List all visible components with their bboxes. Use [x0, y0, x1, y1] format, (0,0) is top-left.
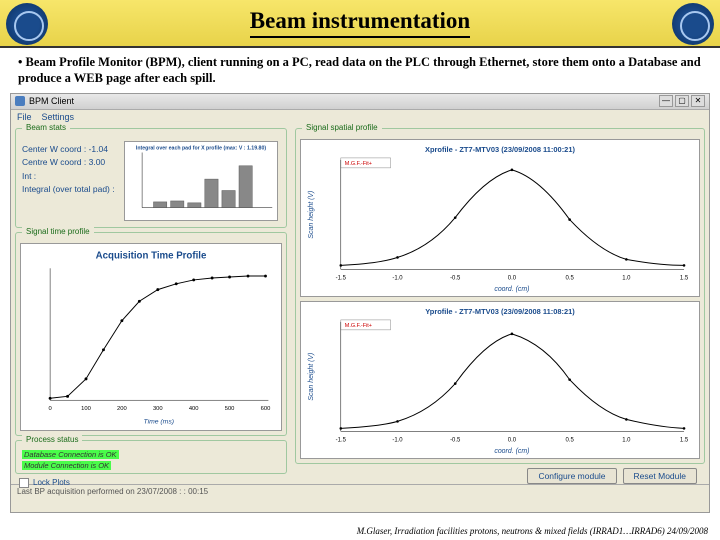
- window-buttons: — ▢ ✕: [659, 95, 705, 107]
- svg-text:Scan height (V): Scan height (V): [308, 190, 315, 238]
- svg-text:1.5: 1.5: [680, 437, 689, 443]
- time-profile-plot[interactable]: Acquisition Time Profile 0 100 200 300 4…: [20, 243, 282, 431]
- menu-settings[interactable]: Settings: [42, 112, 75, 122]
- slide-bullet: • Beam Profile Monitor (BPM), client run…: [0, 48, 720, 93]
- time-profile-group-title: Signal time profile: [22, 227, 94, 236]
- stat-line-3: Int :: [22, 170, 122, 184]
- cern-logo-right: [672, 3, 714, 45]
- svg-text:M.G.F.-Fit+: M.G.F.-Fit+: [345, 160, 372, 166]
- slide-title: Beam instrumentation: [250, 8, 470, 38]
- y-profile-title: Yprofile - ZT7-MTV03 (23/09/2008 11:08:2…: [425, 307, 575, 316]
- statusbar-text: Last BP acquisition performed on 23/07/2…: [17, 487, 208, 496]
- svg-text:-1.5: -1.5: [336, 275, 347, 281]
- svg-text:0.0: 0.0: [508, 275, 517, 281]
- beam-stats-group: Beam stats Center W coord : -1.04 Centre…: [15, 128, 287, 228]
- stat-line-1: Center W coord : -1.04: [22, 143, 122, 157]
- x-profile-title: Xprofile - ZT7-MTV03 (23/09/2008 11:00:2…: [425, 144, 575, 153]
- svg-text:0.5: 0.5: [565, 275, 574, 281]
- svg-text:coord. (cm): coord. (cm): [494, 448, 529, 455]
- maximize-button[interactable]: ▢: [675, 95, 689, 107]
- stat-line-2: Centre W coord : 3.00: [22, 156, 122, 170]
- svg-text:500: 500: [225, 405, 235, 411]
- svg-text:600: 600: [261, 405, 271, 411]
- svg-text:200: 200: [117, 405, 127, 411]
- x-profile-plot[interactable]: Xprofile - ZT7-MTV03 (23/09/2008 11:00:2…: [300, 139, 700, 297]
- time-profile-xlabel: Time (ms): [144, 418, 174, 425]
- svg-text:coord. (cm): coord. (cm): [494, 286, 529, 293]
- slide-footer: M.Glaser, Irradiation facilities protons…: [357, 526, 708, 536]
- process-status-title: Process status: [22, 435, 82, 444]
- svg-text:1.0: 1.0: [622, 437, 631, 443]
- titlebar[interactable]: BPM Client — ▢ ✕: [11, 94, 709, 110]
- beam-stats-text: Center W coord : -1.04 Centre W coord : …: [22, 139, 122, 223]
- y-profile-plot[interactable]: Yprofile - ZT7-MTV03 (23/09/2008 11:08:2…: [300, 301, 700, 459]
- svg-text:-1.0: -1.0: [392, 275, 403, 281]
- svg-text:100: 100: [81, 405, 91, 411]
- app-icon: [15, 96, 25, 106]
- svg-text:1.5: 1.5: [680, 275, 689, 281]
- svg-text:-0.5: -0.5: [450, 275, 461, 281]
- svg-text:-0.5: -0.5: [450, 437, 461, 443]
- window-title: BPM Client: [29, 96, 74, 106]
- svg-text:0.0: 0.0: [508, 437, 517, 443]
- spatial-profile-title: Signal spatial profile: [302, 123, 382, 132]
- svg-text:Scan height (V): Scan height (V): [308, 352, 315, 400]
- svg-text:400: 400: [189, 405, 199, 411]
- right-column: Signal spatial profile Xprofile - ZT7-MT…: [291, 124, 709, 484]
- module-status: Module Connection is OK: [22, 461, 111, 470]
- svg-text:M.G.F.-Fit+: M.G.F.-Fit+: [345, 323, 372, 329]
- reset-module-button[interactable]: Reset Module: [623, 468, 697, 484]
- svg-text:-1.0: -1.0: [392, 437, 403, 443]
- time-profile-group: Signal time profile Acquisition Time Pro…: [15, 232, 287, 436]
- button-row: Configure module Reset Module: [295, 468, 705, 484]
- menubar: File Settings: [11, 110, 709, 124]
- beam-stats-title: Beam stats: [22, 123, 70, 132]
- minimize-button[interactable]: —: [659, 95, 673, 107]
- app-window: BPM Client — ▢ ✕ File Settings Beam stat…: [10, 93, 710, 513]
- svg-text:0.5: 0.5: [565, 437, 574, 443]
- configure-module-button[interactable]: Configure module: [527, 468, 616, 484]
- statusbar: Last BP acquisition performed on 23/07/2…: [11, 484, 709, 498]
- db-status: Database Connection is OK: [22, 450, 119, 459]
- stat-line-4: Integral (over total pad) :: [22, 183, 122, 197]
- time-profile-title: Acquisition Time Profile: [96, 250, 207, 261]
- spatial-profile-group: Signal spatial profile Xprofile - ZT7-MT…: [295, 128, 705, 464]
- slide: Beam instrumentation • Beam Profile Moni…: [0, 0, 720, 540]
- mini-hist-title: Integral over each pad for X profile (ma…: [136, 145, 266, 151]
- app-content: Beam stats Center W coord : -1.04 Centre…: [11, 124, 709, 484]
- slide-header: Beam instrumentation: [0, 0, 720, 48]
- left-column: Beam stats Center W coord : -1.04 Centre…: [11, 124, 291, 484]
- close-button[interactable]: ✕: [691, 95, 705, 107]
- svg-text:-1.5: -1.5: [336, 437, 347, 443]
- menu-file[interactable]: File: [17, 112, 32, 122]
- cern-logo-left: [6, 3, 48, 45]
- mini-histogram-plot[interactable]: Integral over each pad for X profile (ma…: [124, 141, 278, 221]
- svg-text:1.0: 1.0: [622, 275, 631, 281]
- process-status-group: Process status Database Connection is OK…: [15, 440, 287, 474]
- svg-text:0: 0: [48, 405, 51, 411]
- svg-text:300: 300: [153, 405, 163, 411]
